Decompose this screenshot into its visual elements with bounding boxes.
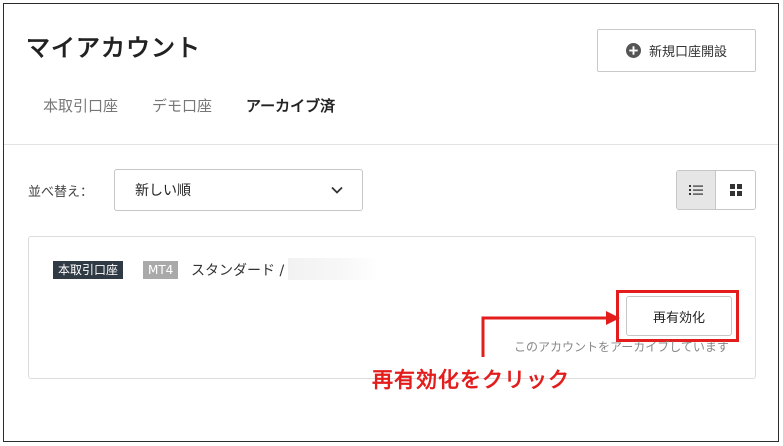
sort-select[interactable]: 新しい順 [114,169,363,211]
header-divider [4,144,778,145]
reactivate-button[interactable]: 再有効化 [626,296,732,336]
chevron-down-icon [330,183,344,197]
new-account-label: 新規口座開設 [648,45,727,60]
redacted-account-number [288,258,378,280]
annotation-arrow [481,311,620,357]
sort-label: 並べ替え： [28,185,94,200]
annotation-text: 再有効化をクリック [372,368,570,392]
list-icon [689,181,703,200]
account-type-badge: 本取引口座 [53,261,124,279]
grid-view-button[interactable] [716,171,755,209]
platform-badge: MT4 [143,261,179,279]
tab-demo-accounts[interactable]: デモ口座 [135,95,229,119]
sort-selected-value: 新しい順 [135,183,191,199]
plus-circle-icon [625,43,641,58]
view-toggle [676,170,756,210]
grid-icon [729,181,742,200]
tab-live-accounts[interactable]: 本取引口座 [26,95,135,119]
account-tabs: 本取引口座 デモ口座 アーカイブ済 [26,95,352,119]
list-view-button[interactable] [677,171,717,209]
page-title: マイアカウント [26,34,201,62]
tab-archived[interactable]: アーカイブ済 [229,95,352,119]
account-type-label: スタンダード / [191,263,285,279]
new-account-button[interactable]: 新規口座開設 [597,29,756,72]
